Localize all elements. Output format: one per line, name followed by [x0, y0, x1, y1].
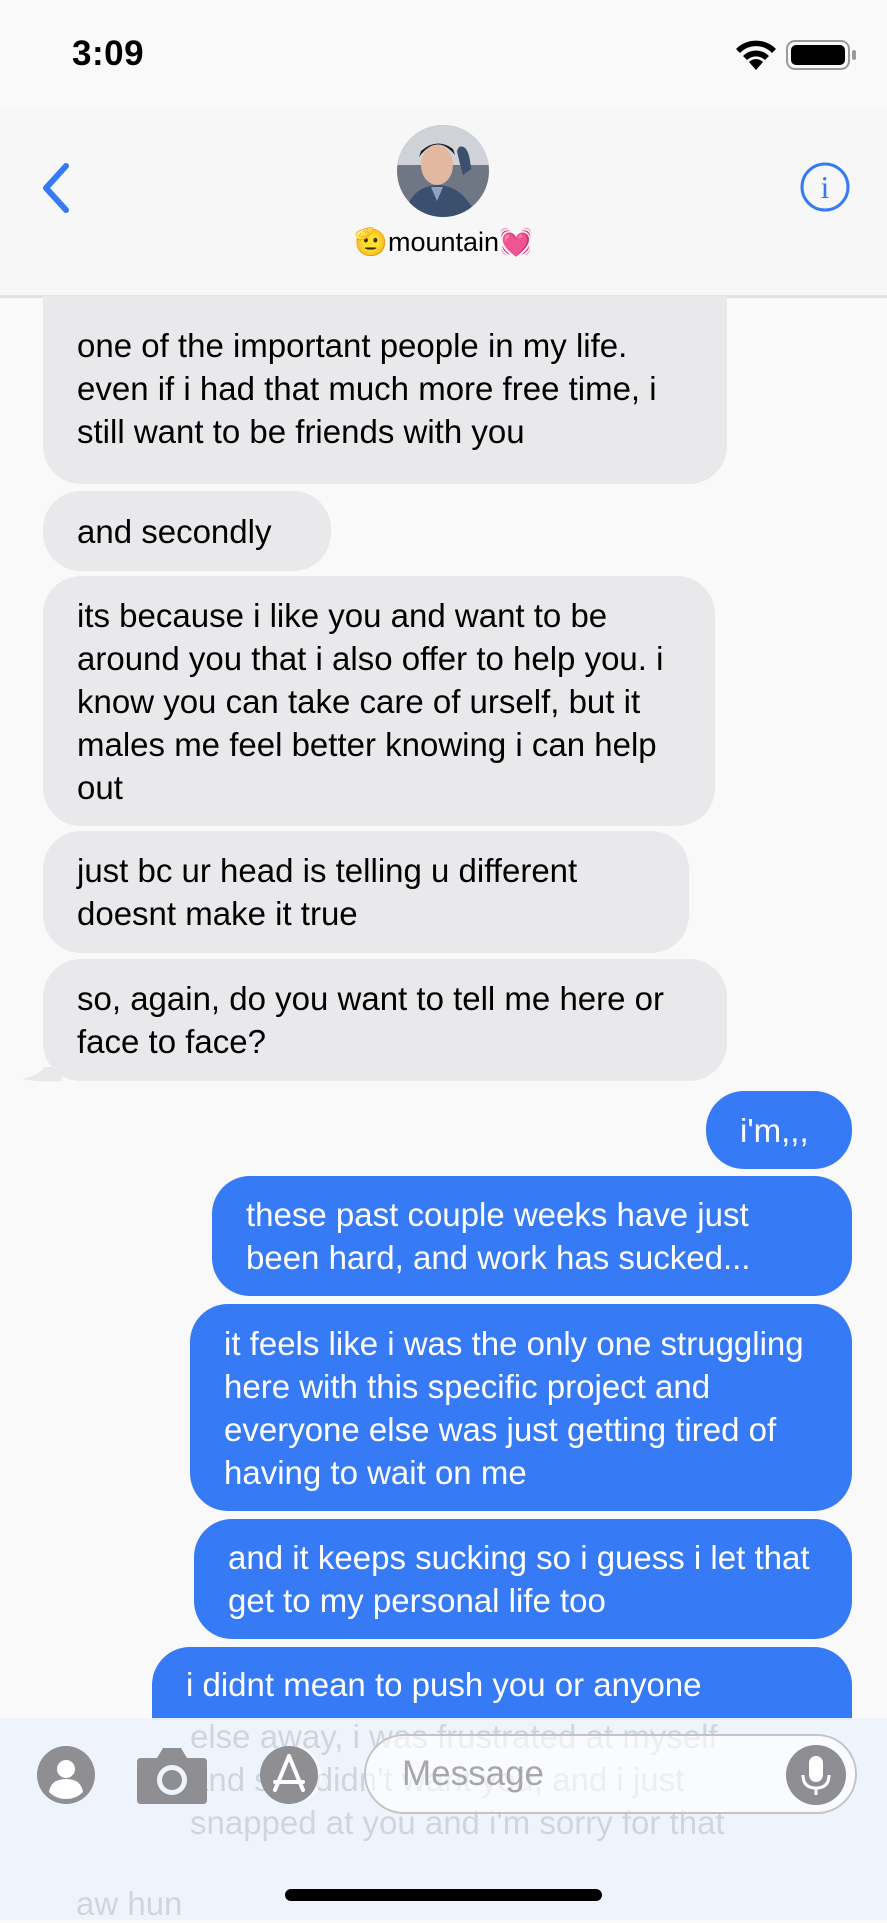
svg-text:i: i — [821, 169, 830, 205]
chevron-left-icon[interactable] — [36, 160, 76, 216]
conversation-header: 🫡mountain💓 i — [0, 110, 887, 298]
message-bubble-incoming[interactable]: one of the important people in my life. … — [43, 296, 727, 484]
message-placeholder: Message — [402, 1754, 545, 1793]
composer-bar: else away, i was frustrated at myself an… — [0, 1718, 887, 1922]
contact-share-icon[interactable] — [36, 1745, 96, 1805]
message-bubble-outgoing[interactable]: these past couple weeks have just been h… — [212, 1176, 852, 1296]
microphone-icon[interactable] — [785, 1744, 847, 1806]
bubble-tail — [22, 1067, 62, 1082]
info-icon[interactable]: i — [799, 161, 851, 213]
home-indicator[interactable] — [285, 1889, 602, 1901]
message-bubble-incoming[interactable]: so, again, do you want to tell me here o… — [43, 959, 727, 1081]
message-bubble-outgoing[interactable]: and it keeps sucking so i guess i let th… — [194, 1519, 852, 1639]
contact-avatar[interactable] — [397, 125, 489, 217]
app-store-icon[interactable] — [253, 1744, 333, 1806]
wifi-icon — [736, 40, 776, 70]
contact-name[interactable]: 🫡mountain💓 — [0, 226, 887, 258]
avatar-photo — [397, 125, 489, 217]
blurred-message-text: aw hun — [76, 1885, 183, 1922]
status-bar: 3:09 — [0, 0, 887, 110]
camera-icon[interactable] — [135, 1744, 209, 1806]
message-bubble-incoming[interactable]: just bc ur head is telling u different d… — [43, 831, 689, 953]
message-bubble-outgoing[interactable]: it feels like i was the only one struggl… — [190, 1304, 852, 1511]
battery-icon — [786, 40, 856, 70]
status-time: 3:09 — [72, 34, 145, 73]
message-bubble-outgoing[interactable]: i didnt mean to push you or anyone — [152, 1647, 852, 1720]
message-bubble-incoming[interactable]: and secondly — [43, 491, 331, 571]
message-bubble-incoming[interactable]: its because i like you and want to be ar… — [43, 576, 715, 826]
message-thread[interactable]: one of the important people in my life. … — [0, 296, 887, 1720]
message-input[interactable]: Message — [364, 1734, 857, 1814]
message-bubble-outgoing[interactable]: i'm,,, — [706, 1091, 852, 1169]
